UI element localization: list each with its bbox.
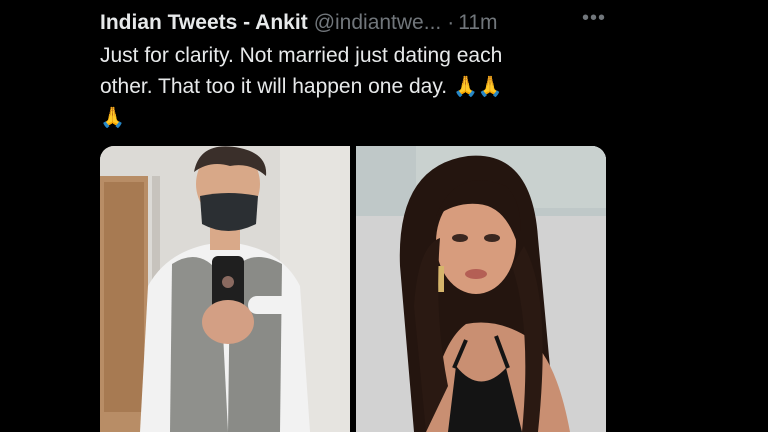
tweet-text: Just for clarity. Not married just datin…: [100, 40, 600, 133]
timestamp[interactable]: 11m: [458, 11, 497, 35]
tweet-text-line-2-text: other. That too it will happen one day.: [100, 75, 448, 98]
separator-dot: ·: [447, 11, 455, 34]
user-handle[interactable]: @indiantwe...: [314, 11, 442, 35]
folded-hands-icon: 🙏: [100, 105, 125, 129]
tweet-header: Indian Tweets - Ankit @indiantwe... · 11…: [100, 8, 620, 38]
man-selfie-illustration: [100, 146, 350, 432]
tweet-media[interactable]: [100, 146, 606, 432]
woman-portrait-illustration: [356, 146, 606, 432]
tweet-text-line-1: Just for clarity. Not married just datin…: [100, 44, 503, 67]
media-photo-right[interactable]: [356, 146, 606, 432]
tweet-text-line-2: other. That too it will happen one day. …: [100, 71, 600, 102]
media-photo-left[interactable]: [100, 146, 350, 432]
more-icon[interactable]: •••: [574, 8, 614, 32]
folded-hands-icon: 🙏🙏: [452, 74, 503, 98]
tweet-card[interactable]: Indian Tweets - Ankit @indiantwe... · 11…: [0, 0, 768, 432]
display-name[interactable]: Indian Tweets - Ankit: [100, 11, 308, 35]
